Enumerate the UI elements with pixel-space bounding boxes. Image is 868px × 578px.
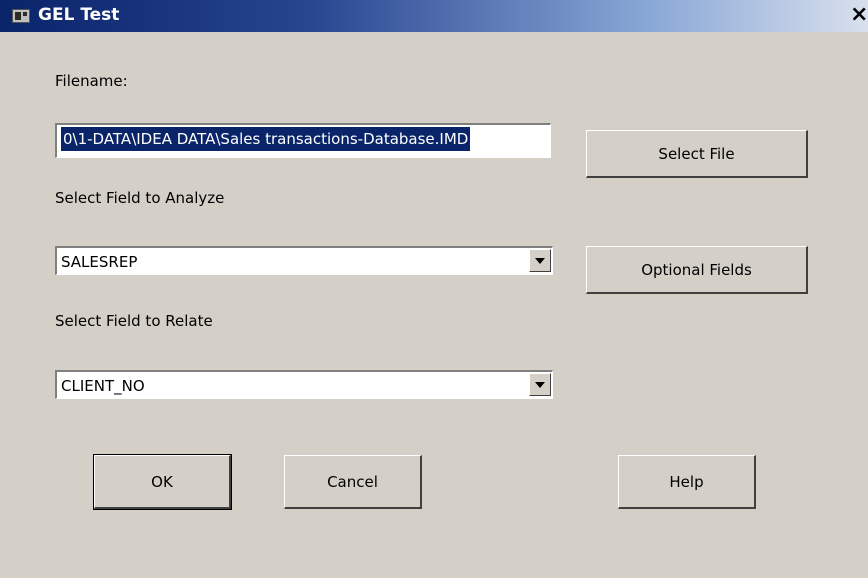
title-bar: GEL Test × <box>0 0 868 32</box>
app-icon <box>12 9 30 23</box>
help-button[interactable]: Help <box>618 455 756 509</box>
chevron-down-icon[interactable] <box>529 249 551 272</box>
relate-value: CLIENT_NO <box>61 377 145 395</box>
window-title: GEL Test <box>38 5 120 25</box>
chevron-down-icon[interactable] <box>529 373 551 396</box>
analyze-value: SALESREP <box>61 253 138 271</box>
filename-label: Filename: <box>55 72 128 90</box>
ok-button[interactable]: OK <box>93 454 232 510</box>
filename-value: 0\1-DATA\IDEA DATA\Sales transactions-Da… <box>61 127 471 151</box>
cancel-button[interactable]: Cancel <box>284 455 422 509</box>
select-file-button[interactable]: Select File <box>586 130 808 178</box>
analyze-dropdown[interactable]: SALESREP <box>55 246 553 275</box>
optional-fields-button[interactable]: Optional Fields <box>586 246 808 294</box>
analyze-label: Select Field to Analyze <box>55 189 225 207</box>
filename-field[interactable]: 0\1-DATA\IDEA DATA\Sales transactions-Da… <box>55 123 551 158</box>
relate-label: Select Field to Relate <box>55 312 213 330</box>
close-icon[interactable]: × <box>850 3 868 27</box>
relate-dropdown[interactable]: CLIENT_NO <box>55 370 553 399</box>
